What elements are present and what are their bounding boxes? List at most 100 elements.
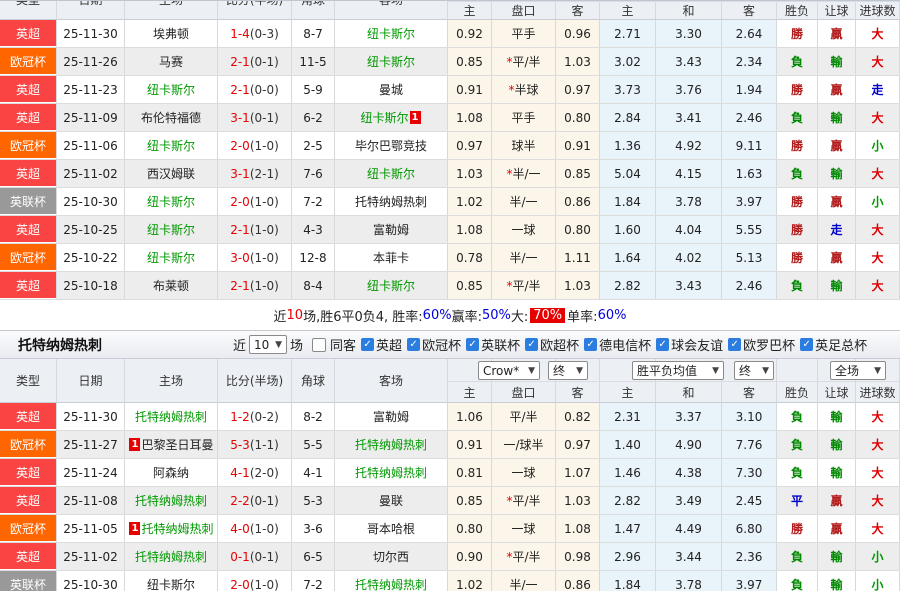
corners: 8-7	[292, 20, 335, 47]
home-team[interactable]: 西汉姆联	[125, 160, 218, 187]
column-header: 和	[656, 2, 722, 19]
away-team[interactable]: 托特纳姆热刺	[335, 571, 448, 591]
handicap-result: 輸	[818, 459, 856, 486]
away-team[interactable]: 曼城	[335, 76, 448, 103]
column-header: 主场	[125, 359, 218, 402]
away-team[interactable]: 富勒姆	[335, 403, 448, 430]
home-team[interactable]: 埃弗顿	[125, 20, 218, 47]
asia-home-odds: 0.91	[448, 76, 492, 103]
away-team[interactable]: 纽卡斯尔	[335, 48, 448, 75]
away-team[interactable]: 纽卡斯尔	[335, 160, 448, 187]
odds-provider-select[interactable]: Crow*▼	[478, 361, 540, 380]
asia-stage-select[interactable]: 终▼	[548, 361, 588, 380]
away-team[interactable]: 纽卡斯尔	[335, 272, 448, 299]
league-checkbox[interactable]: ✓	[584, 338, 597, 351]
corners: 2-5	[292, 132, 335, 159]
euro-home-odds: 1.84	[600, 571, 656, 591]
team-name: 纽卡斯尔	[367, 277, 415, 294]
same-away-checkbox[interactable]	[312, 338, 326, 352]
league-badge: 英联杯	[0, 188, 57, 215]
league-checkbox[interactable]: ✓	[407, 338, 420, 351]
away-team[interactable]: 哥本哈根	[335, 515, 448, 542]
column-header: 角球	[292, 359, 335, 402]
asia-handicap: *半/一	[492, 160, 556, 187]
home-team[interactable]: 1托特纳姆热刺	[125, 515, 218, 542]
euro-home-odds: 1.46	[600, 459, 656, 486]
asia-home-odds: 0.80	[448, 515, 492, 542]
corners: 7-6	[292, 160, 335, 187]
asia-handicap: 一球	[492, 459, 556, 486]
result: 勝	[777, 20, 818, 47]
euro-away-odds: 3.10	[722, 403, 777, 430]
away-team[interactable]: 切尔西	[335, 543, 448, 570]
euro-draw-odds: 4.38	[656, 459, 722, 486]
away-team[interactable]: 纽卡斯尔	[335, 20, 448, 47]
near-label: 近	[233, 335, 246, 354]
home-team[interactable]: 布莱顿	[125, 272, 218, 299]
away-team[interactable]: 毕尔巴鄂竞技	[335, 132, 448, 159]
team-name: 托特纳姆热刺	[355, 576, 427, 591]
match-date: 25-10-25	[57, 216, 125, 243]
column-header: 进球数	[856, 2, 900, 19]
away-team[interactable]: 曼联	[335, 487, 448, 514]
column-header: 类型	[0, 359, 57, 402]
league-filters: ✓英超✓欧冠杯✓英联杯✓欧超杯✓德电信杯✓球会友谊✓欧罗巴杯✓英足总杯	[356, 335, 867, 354]
home-team[interactable]: 纽卡斯尔	[125, 188, 218, 215]
league-checkbox[interactable]: ✓	[728, 338, 741, 351]
games-count-select[interactable]: 10▼	[249, 335, 287, 354]
asia-away-odds: 0.82	[556, 403, 600, 430]
home-team[interactable]: 1巴黎圣日耳曼	[125, 431, 218, 458]
match-date: 25-10-30	[57, 188, 125, 215]
away-team[interactable]: 托特纳姆热刺	[335, 459, 448, 486]
scope-select[interactable]: 全场▼	[830, 361, 886, 380]
match-date: 25-10-22	[57, 244, 125, 271]
away-team[interactable]: 纽卡斯尔1	[335, 104, 448, 131]
home-team[interactable]: 托特纳姆热刺	[125, 403, 218, 430]
home-team[interactable]: 纽卡斯尔	[125, 76, 218, 103]
euro-home-odds: 2.96	[600, 543, 656, 570]
team-name: 托特纳姆热刺	[141, 520, 213, 537]
team-name: 纽卡斯尔	[147, 576, 195, 591]
home-team[interactable]: 马赛	[125, 48, 218, 75]
asia-handicap: *平/半	[492, 487, 556, 514]
team-name: 纽卡斯尔	[147, 249, 195, 266]
league-checkbox[interactable]: ✓	[525, 338, 538, 351]
result: 負	[777, 272, 818, 299]
euro-stage-select[interactable]: 终▼	[734, 361, 774, 380]
summary-text: 60%	[423, 308, 452, 323]
column-header: 胜负	[777, 382, 818, 402]
home-team[interactable]: 托特纳姆热刺	[125, 543, 218, 570]
home-team[interactable]: 布伦特福德	[125, 104, 218, 131]
euro-draw-odds: 3.43	[656, 272, 722, 299]
away-team[interactable]: 富勒姆	[335, 216, 448, 243]
home-team[interactable]: 托特纳姆热刺	[125, 487, 218, 514]
column-header: 日期	[57, 1, 125, 19]
league-checkbox[interactable]: ✓	[361, 338, 374, 351]
euro-away-odds: 2.34	[722, 48, 777, 75]
summary-text: 大:	[511, 306, 528, 325]
corners: 4-3	[292, 216, 335, 243]
goals-result: 大	[856, 216, 900, 243]
match-date: 25-10-18	[57, 272, 125, 299]
score: 2-1(0-1)	[218, 48, 292, 75]
column-header: 客	[722, 2, 777, 19]
away-team[interactable]: 托特纳姆热刺	[335, 188, 448, 215]
away-team[interactable]: 本菲卡	[335, 244, 448, 271]
euro-draw-odds: 3.78	[656, 571, 722, 591]
team-name: 阿森纳	[153, 464, 189, 481]
home-team[interactable]: 纽卡斯尔	[125, 571, 218, 591]
league-checkbox[interactable]: ✓	[466, 338, 479, 351]
home-team[interactable]: 纽卡斯尔	[125, 216, 218, 243]
league-label: 欧超杯	[540, 335, 579, 354]
home-team[interactable]: 纽卡斯尔	[125, 132, 218, 159]
corners: 7-2	[292, 571, 335, 591]
match-date: 25-11-05	[57, 515, 125, 542]
league-checkbox[interactable]: ✓	[656, 338, 669, 351]
euro-average-select[interactable]: 胜平负均值▼	[632, 361, 724, 380]
league-checkbox[interactable]: ✓	[800, 338, 813, 351]
score: 1-4(0-3)	[218, 20, 292, 47]
euro-away-odds: 2.46	[722, 272, 777, 299]
home-team[interactable]: 纽卡斯尔	[125, 244, 218, 271]
away-team[interactable]: 托特纳姆热刺	[335, 431, 448, 458]
home-team[interactable]: 阿森纳	[125, 459, 218, 486]
